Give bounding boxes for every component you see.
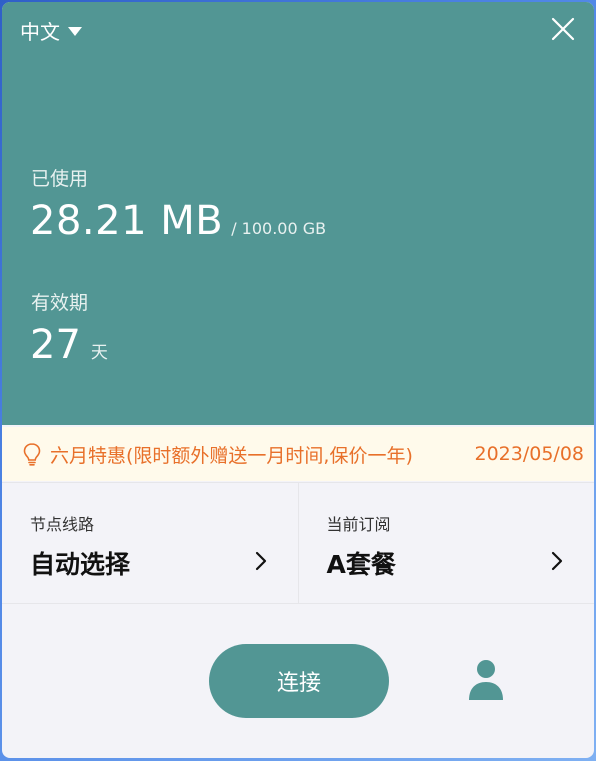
usage-value: 28.21 MB xyxy=(30,198,224,244)
node-route-label: 节点线路 xyxy=(30,515,95,534)
language-label: 中文 xyxy=(20,20,60,44)
info-row: 节点线路 自动选择 当前订阅 A套餐 xyxy=(2,482,594,604)
subscription-value: A套餐 xyxy=(326,550,396,579)
subscription-label: 当前订阅 xyxy=(326,515,391,534)
usage-row: 28.21 MB / 100.00 GB xyxy=(30,198,326,244)
app-window: 中文 已使用 28.21 MB / 100.00 GB 有效期 27 天 六月特… xyxy=(2,2,594,758)
chevron-right-icon xyxy=(255,551,266,571)
usage-total: / 100.00 GB xyxy=(231,219,327,238)
caret-down-icon xyxy=(68,27,82,36)
user-icon[interactable] xyxy=(466,658,506,702)
lightbulb-icon xyxy=(23,443,41,466)
promo-banner[interactable]: 六月特惠(限时额外赠送一月时间,保价一年) 2023/05/08 xyxy=(2,427,594,481)
node-route-value: 自动选择 xyxy=(30,550,131,579)
close-icon[interactable] xyxy=(550,16,576,42)
connect-button[interactable]: 连接 xyxy=(209,644,389,718)
node-route-selector[interactable]: 节点线路 自动选择 xyxy=(2,483,298,603)
status-panel: 中文 已使用 28.21 MB / 100.00 GB 有效期 27 天 xyxy=(2,2,594,425)
validity-row: 27 天 xyxy=(30,322,108,368)
validity-value: 27 xyxy=(30,322,81,368)
promo-text: 六月特惠(限时额外赠送一月时间,保价一年) xyxy=(50,444,413,467)
language-selector[interactable]: 中文 xyxy=(20,16,82,45)
validity-unit: 天 xyxy=(90,343,108,363)
validity-label: 有效期 xyxy=(31,292,89,314)
chevron-right-icon xyxy=(551,551,563,571)
subscription-selector[interactable]: 当前订阅 A套餐 xyxy=(297,483,595,603)
usage-label: 已使用 xyxy=(31,168,89,190)
promo-date: 2023/05/08 xyxy=(474,443,584,465)
